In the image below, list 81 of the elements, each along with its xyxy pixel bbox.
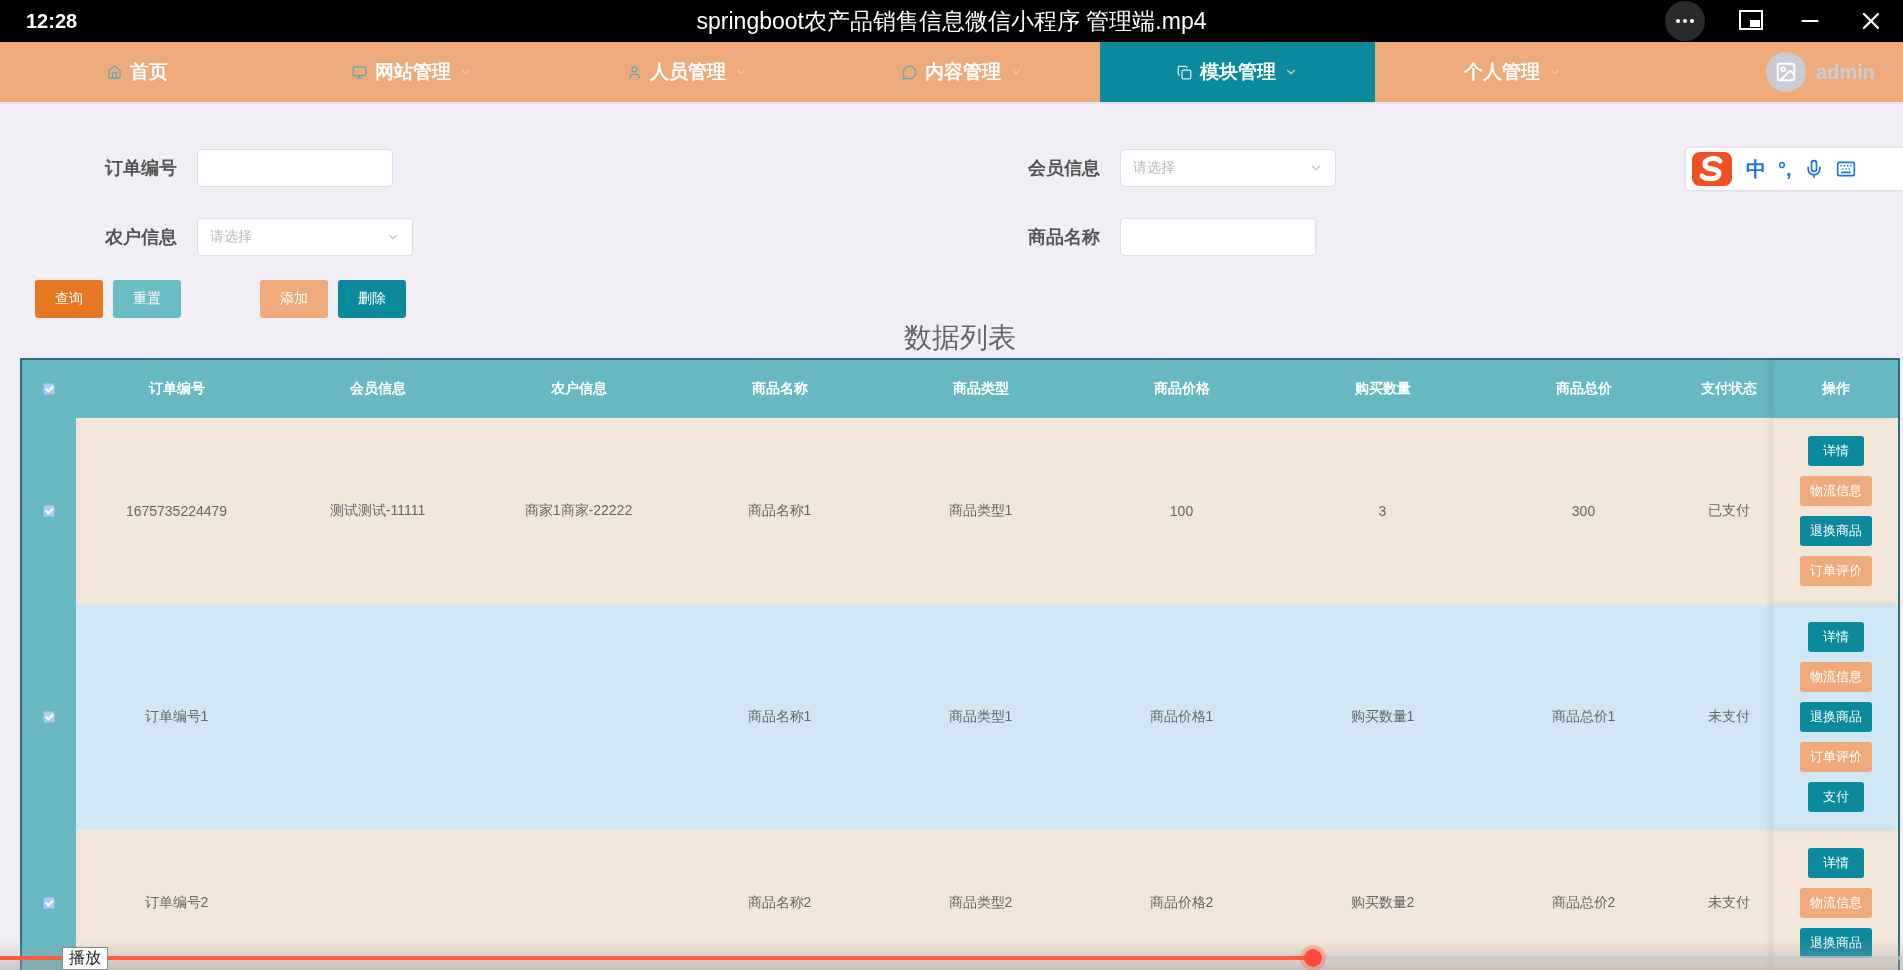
action-button[interactable]: 详情 — [1807, 848, 1864, 878]
nav-label: 个人管理 — [1463, 60, 1540, 84]
filter-label: 商品名称 — [1028, 226, 1101, 249]
nav-icon — [107, 64, 122, 80]
table-cell: 商品类型1 — [948, 502, 1013, 520]
filter-label: 订单编号 — [105, 157, 178, 180]
input-field[interactable] — [197, 149, 393, 187]
nav-icon — [352, 64, 367, 80]
table-cell: 订单编号1 — [144, 708, 209, 726]
picture-in-picture-icon[interactable] — [1739, 10, 1763, 32]
action-button[interactable]: 详情 — [1807, 622, 1864, 652]
table-cell: 已支付 — [1707, 502, 1750, 520]
table-cell: 未支付 — [1707, 894, 1750, 912]
clock-time: 12:28 — [26, 9, 78, 33]
action-button[interactable]: 物流信息 — [1799, 476, 1872, 506]
table-cell: 商家1商家-22222 — [524, 502, 633, 520]
action-button[interactable]: 退换商品 — [1799, 702, 1872, 732]
row-checkbox[interactable] — [43, 505, 55, 517]
table-cell: 测试测试-11111 — [329, 502, 426, 520]
table-cell: 3 — [1378, 503, 1387, 519]
reset-button[interactable]: 重置 — [113, 280, 181, 318]
nav-icon — [1177, 64, 1192, 80]
nav-label: 内容管理 — [925, 60, 1001, 84]
sogou-logo-icon[interactable] — [1690, 150, 1734, 188]
select-field[interactable]: 请选择 — [1120, 149, 1336, 187]
table-cell: 商品总价1 — [1551, 708, 1616, 726]
table-cell: 1675735224479 — [125, 503, 228, 519]
table-cell: 商品类型1 — [948, 708, 1013, 726]
nav-tab[interactable]: 网站管理 — [275, 42, 550, 102]
nav-label: 网站管理 — [375, 60, 451, 84]
ime-punctuation[interactable]: °, — [1778, 157, 1792, 181]
table-cell: 订单编号2 — [144, 894, 209, 912]
nav-label: 模块管理 — [1200, 60, 1276, 84]
ime-mode[interactable]: 中 — [1746, 155, 1766, 183]
table-title: 数据列表 — [904, 322, 1016, 353]
action-button[interactable]: 详情 — [1807, 436, 1864, 466]
filter-label: 农户信息 — [105, 226, 178, 249]
table-cell: 商品价格2 — [1149, 894, 1214, 912]
table-cell: 300 — [1571, 503, 1596, 519]
table-cell: 商品价格1 — [1149, 708, 1214, 726]
row-checkbox[interactable] — [43, 711, 55, 723]
search-button[interactable]: 查询 — [35, 280, 103, 318]
filter-label: 会员信息 — [1028, 157, 1101, 180]
video-title: springboot农产品销售信息微信小程序 管理端.mp4 — [696, 6, 1207, 36]
nav-tab[interactable]: 内容管理 — [825, 42, 1100, 102]
nav-icon — [902, 64, 917, 80]
delete-button[interactable]: 删除 — [338, 280, 406, 318]
action-button[interactable]: 订单评价 — [1799, 742, 1872, 772]
table-cell: 购买数量2 — [1350, 894, 1415, 912]
table-cell: 商品总价2 — [1551, 894, 1616, 912]
add-button[interactable]: 添加 — [260, 280, 328, 318]
action-button[interactable]: 物流信息 — [1799, 888, 1872, 918]
keyboard-icon[interactable] — [1835, 159, 1856, 179]
table-cell: 商品类型2 — [948, 894, 1013, 912]
column-header: 操作 — [1773, 360, 1898, 418]
action-button[interactable]: 订单评价 — [1799, 556, 1872, 586]
nav-tab[interactable]: 首页 — [0, 42, 275, 102]
table-cell: 商品名称1 — [747, 708, 812, 726]
table-cell: 未支付 — [1707, 708, 1750, 726]
input-field[interactable] — [1120, 218, 1316, 256]
nav-icon — [627, 64, 642, 80]
nav-tab[interactable]: 人员管理 — [550, 42, 825, 102]
action-button[interactable]: 退换商品 — [1799, 928, 1872, 958]
user-name[interactable]: admin — [1816, 60, 1875, 84]
table-cell: 购买数量1 — [1350, 708, 1415, 726]
action-button[interactable]: 支付 — [1807, 782, 1864, 812]
nav-label: 人员管理 — [650, 60, 726, 84]
nav-label: 首页 — [130, 60, 168, 84]
nav-tab[interactable]: 个人管理 — [1375, 42, 1650, 102]
action-button[interactable]: 退换商品 — [1799, 516, 1872, 546]
action-button[interactable]: 物流信息 — [1799, 662, 1872, 692]
table-cell: 商品名称2 — [747, 894, 812, 912]
more-icon[interactable] — [1665, 1, 1705, 41]
tooltip: 播放 — [62, 947, 108, 970]
select-field[interactable]: 请选择 — [197, 218, 413, 256]
table-cell: 商品名称1 — [747, 502, 812, 520]
avatar-icon[interactable] — [1766, 52, 1807, 92]
table-cell: 100 — [1169, 503, 1194, 519]
row-checkbox[interactable] — [43, 897, 55, 909]
select-all-checkbox[interactable] — [43, 383, 55, 395]
nav-tab[interactable]: 模块管理 — [1100, 42, 1375, 102]
